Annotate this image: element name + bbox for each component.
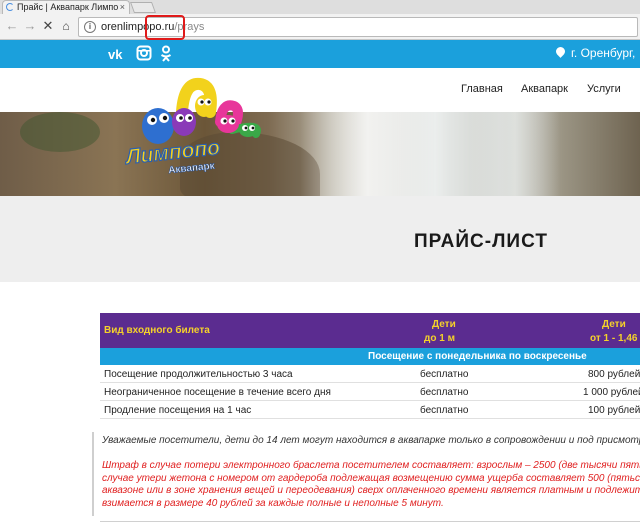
new-tab-button[interactable] — [129, 2, 157, 13]
column-header-kids-medium-sub: от 1 - 1,46 — [590, 333, 638, 344]
main-navigation: Главная Аквапарк Услуги — [0, 68, 640, 112]
svg-text:vk: vk — [108, 47, 123, 62]
subheader-label: Посещение с понедельника по воскресенье — [368, 351, 587, 362]
row-price-medium: 1 000 рублей — [583, 387, 640, 398]
page-title: ПРАЙС-ЛИСТ — [414, 231, 548, 252]
browser-tab[interactable]: Прайс | Аквапарк Лимпо × — [2, 0, 130, 14]
nav-item-aquapark[interactable]: Аквапарк — [521, 83, 568, 95]
table-header: Вид входного билета Дети до 1 м Дети от … — [100, 313, 640, 348]
row-price-medium: 800 рублей — [588, 369, 640, 380]
price-table: Вид входного билета Дети до 1 м Дети от … — [100, 313, 640, 419]
table-row: Посещение продолжительностью 3 часа бесп… — [100, 365, 640, 383]
city-label: г. Оренбург, — [571, 46, 636, 60]
instagram-icon[interactable] — [136, 45, 152, 63]
column-header-kids-small-sub: до 1 м — [424, 333, 455, 344]
table-row: Неограниченное посещение в течение всего… — [100, 383, 640, 401]
vk-icon[interactable]: vk — [108, 45, 126, 63]
close-tab-icon[interactable]: × — [120, 1, 125, 13]
row-price-medium: 100 рублей — [588, 405, 640, 416]
site-top-bar: vk г. Оренбург, — [0, 40, 640, 68]
row-ticket-type: Неограниченное посещение в течение всего… — [104, 387, 331, 398]
row-ticket-type: Продление посещения на 1 час — [104, 405, 252, 416]
fine-notice-line: взимается в размере 40 рублей за каждые … — [102, 497, 444, 509]
nav-item-services[interactable]: Услуги — [587, 83, 621, 95]
home-icon[interactable]: ⌂ — [58, 18, 74, 34]
table-row: Продление посещения на 1 час бесплатно 1… — [100, 401, 640, 419]
site-logo[interactable]: Лимпопо Аквапарк — [122, 72, 272, 184]
odnoklassniki-icon[interactable] — [160, 45, 172, 63]
fine-notice: Штраф в случае потери электронного брасл… — [102, 460, 640, 510]
nav-item-home[interactable]: Главная — [461, 83, 503, 95]
row-price-small: бесплатно — [420, 387, 469, 398]
column-header-kids-small: Дети — [432, 319, 456, 330]
column-header-kids-medium: Дети — [602, 319, 626, 330]
row-ticket-type: Посещение продолжительностью 3 часа — [104, 369, 293, 380]
city-selector[interactable]: г. Оренбург, — [554, 45, 636, 60]
highlight-annotation-box — [145, 15, 185, 40]
row-price-small: бесплатно — [420, 405, 469, 416]
row-price-small: бесплатно — [420, 369, 469, 380]
forward-arrow-icon[interactable]: → — [22, 18, 38, 34]
info-icon[interactable]: i — [84, 21, 96, 33]
fine-notice-line: случае утери жетона с номером от гардеро… — [102, 472, 640, 484]
back-arrow-icon[interactable]: ← — [4, 18, 20, 34]
fine-notice-line: аквазоне или в зоне хранения вещей и пер… — [102, 485, 640, 496]
location-pin-icon — [554, 45, 567, 58]
column-header-ticket-type: Вид входного билета — [104, 325, 210, 336]
browser-toolbar: ← → ✕ ⌂ i orenlimpopo.ru/prays — [0, 14, 640, 40]
table-subheader: Посещение с понедельника по воскресенье — [100, 348, 640, 365]
hero-banner — [0, 112, 640, 196]
fine-notice-line: Штраф в случае потери электронного брасл… — [102, 460, 640, 471]
stop-icon[interactable]: ✕ — [40, 18, 56, 34]
notes-block: Уважаемые посетители, дети до 14 лет мог… — [92, 432, 640, 516]
supervision-notice: Уважаемые посетители, дети до 14 лет мог… — [102, 435, 640, 446]
loading-spinner-icon — [6, 3, 14, 11]
browser-tab-strip: Прайс | Аквапарк Лимпо × — [0, 0, 640, 14]
divider — [100, 521, 640, 522]
tab-title: Прайс | Аквапарк Лимпо — [17, 2, 119, 12]
